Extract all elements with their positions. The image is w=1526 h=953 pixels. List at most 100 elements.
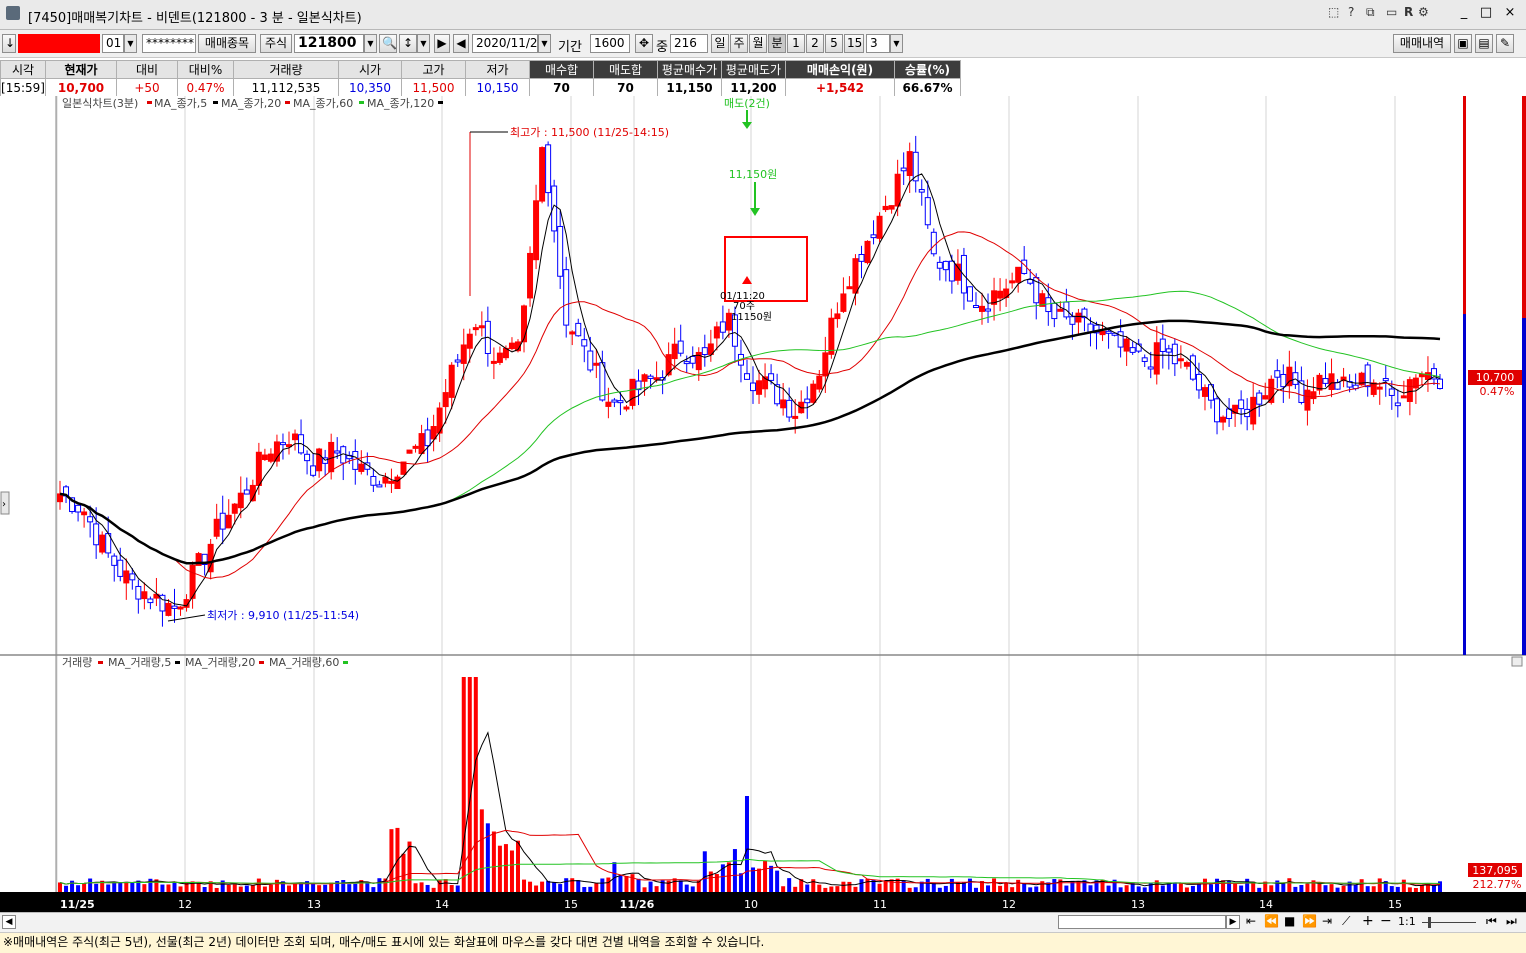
candle-body: [267, 453, 274, 462]
volume-bar: [992, 878, 997, 892]
trade-history-button[interactable]: 매매내역: [1393, 34, 1451, 53]
candle-body: [876, 215, 883, 239]
volume-bar: [82, 883, 87, 892]
interval-5-button[interactable]: 5: [825, 34, 843, 53]
candle-body: [979, 305, 986, 312]
close-button[interactable]: ×: [1500, 4, 1520, 22]
save-icon[interactable]: ▤: [1475, 34, 1493, 53]
chart-scrollbar[interactable]: ◀ ▶ ⇤ ⏪ ■ ⏩ ⇥ ⟋ + − 1:1 ⏮ ⏭: [0, 912, 1526, 932]
ma20-swatch: [213, 101, 218, 104]
volume-bar: [1052, 879, 1057, 892]
volume-bar: [757, 868, 762, 892]
candle-body: [539, 147, 546, 202]
left-panel-arrow-icon[interactable]: ›: [2, 499, 6, 510]
volume-bar: [817, 884, 822, 892]
maximize-button[interactable]: □: [1476, 4, 1496, 22]
volume-bar: [672, 878, 677, 892]
interval-minute-button[interactable]: 분: [768, 34, 786, 53]
candle-body: [1195, 373, 1202, 391]
candle-body: [888, 205, 895, 210]
settings-small-icon[interactable]: ⚙: [1418, 5, 1429, 19]
prev-icon[interactable]: ◀: [453, 34, 469, 53]
sort-dropdown-icon[interactable]: ▼: [417, 34, 430, 53]
candle-body: [527, 252, 534, 299]
volume-bar: [1184, 887, 1189, 892]
interval-day-button[interactable]: 일: [711, 34, 729, 53]
volume-bar: [907, 887, 912, 892]
current-volume-tag-text: 137,095: [1472, 864, 1518, 877]
candle-body: [261, 454, 268, 461]
stock-code-input[interactable]: 121800: [294, 34, 364, 53]
sell-price-label: 11,150원: [729, 168, 778, 181]
candle-body: [231, 503, 238, 514]
wrench-icon[interactable]: ✎: [1496, 34, 1514, 53]
volume-bar: [1239, 885, 1244, 892]
candle-body: [1141, 357, 1148, 362]
sort-icon[interactable]: ↓: [2, 34, 16, 53]
volume-bar: [931, 882, 936, 892]
crosshair-icon[interactable]: ✥: [635, 34, 653, 53]
volume-bar: [1341, 885, 1346, 892]
interval-week-button[interactable]: 주: [730, 34, 748, 53]
date-dropdown-icon[interactable]: ▼: [538, 34, 551, 53]
scroll-thumb[interactable]: [1058, 915, 1226, 929]
market-select-button[interactable]: 주식: [260, 34, 292, 53]
account-dropdown-icon[interactable]: ▼: [124, 34, 137, 53]
screen-icon[interactable]: ▭: [1386, 5, 1397, 19]
r-icon[interactable]: R: [1404, 5, 1413, 19]
search-icon[interactable]: 🔍: [379, 34, 397, 53]
next-icon[interactable]: ▶: [434, 34, 450, 53]
volume-bar: [1275, 880, 1280, 892]
fast-forward-icon[interactable]: ⏩: [1302, 914, 1317, 928]
account-sub-field[interactable]: 01: [102, 34, 124, 53]
sort-order-icon[interactable]: ↕: [399, 34, 417, 53]
chart-area[interactable]: 11/25 12 13 14 15 11/26 10 11 12 13 14 15 10,700 0.…: [0, 96, 1526, 912]
minimize-button[interactable]: _: [1454, 4, 1474, 22]
candle-body: [279, 442, 286, 446]
chart-scale-icon[interactable]: ⟋: [1342, 914, 1350, 929]
interval-dropdown-icon[interactable]: ▼: [890, 34, 903, 53]
scroll-left-icon[interactable]: ◀: [2, 915, 16, 929]
account-number-field[interactable]: [18, 34, 100, 53]
goto-first-icon[interactable]: ⏮: [1486, 914, 1497, 929]
scroll-right-icon[interactable]: ▶: [1226, 915, 1240, 929]
code-dropdown-icon[interactable]: ▼: [364, 34, 377, 53]
value-sell-sum: 70: [593, 78, 658, 97]
scroll-start-icon[interactable]: ⇤: [1246, 914, 1256, 928]
candle-body: [1153, 342, 1160, 375]
pin-icon[interactable]: ⬚: [1328, 5, 1339, 19]
stock-list-button[interactable]: 매매종목: [198, 34, 256, 53]
candle-body: [1117, 331, 1124, 348]
volume-bar: [1413, 887, 1418, 892]
zoom-level: 1:1: [1398, 915, 1416, 928]
vol-ma5-swatch: [98, 661, 103, 664]
count-input[interactable]: 216: [670, 34, 708, 53]
scroll-end-icon[interactable]: ⇥: [1322, 914, 1332, 928]
candle-body: [111, 555, 118, 566]
period-input[interactable]: 1600: [590, 34, 630, 53]
goto-last-icon[interactable]: ⏭: [1506, 914, 1517, 929]
volume-panel-close-icon[interactable]: [1511, 656, 1523, 667]
help-icon[interactable]: ?: [1348, 5, 1354, 19]
interval-15-button[interactable]: 15: [844, 34, 864, 53]
volume-bar: [244, 885, 249, 892]
volume-bar: [407, 841, 412, 892]
interval-2-button[interactable]: 2: [806, 34, 824, 53]
interval-1-button[interactable]: 1: [787, 34, 805, 53]
stop-icon[interactable]: ■: [1284, 914, 1295, 928]
zoom-in-icon[interactable]: +: [1362, 913, 1374, 929]
candle-body: [828, 317, 835, 355]
folder-icon[interactable]: ▣: [1454, 34, 1472, 53]
zoom-out-icon[interactable]: −: [1380, 913, 1392, 929]
date-input[interactable]: 2020/11/26: [472, 34, 538, 53]
zoom-slider-handle[interactable]: [1428, 917, 1431, 928]
interval-value-input[interactable]: 3: [866, 34, 890, 53]
volume-bar: [775, 870, 780, 892]
volume-bar: [1371, 886, 1376, 892]
link-icon[interactable]: ⧉: [1366, 5, 1375, 20]
interval-month-button[interactable]: 월: [749, 34, 767, 53]
password-field[interactable]: ********: [142, 34, 196, 53]
volume-bar: [256, 878, 261, 892]
quote-table: 시각 현재가 대비 대비% 거래량 시가 고가 저가 매수합 매도합 평균매수가…: [0, 60, 961, 97]
rewind-icon[interactable]: ⏪: [1264, 914, 1279, 928]
